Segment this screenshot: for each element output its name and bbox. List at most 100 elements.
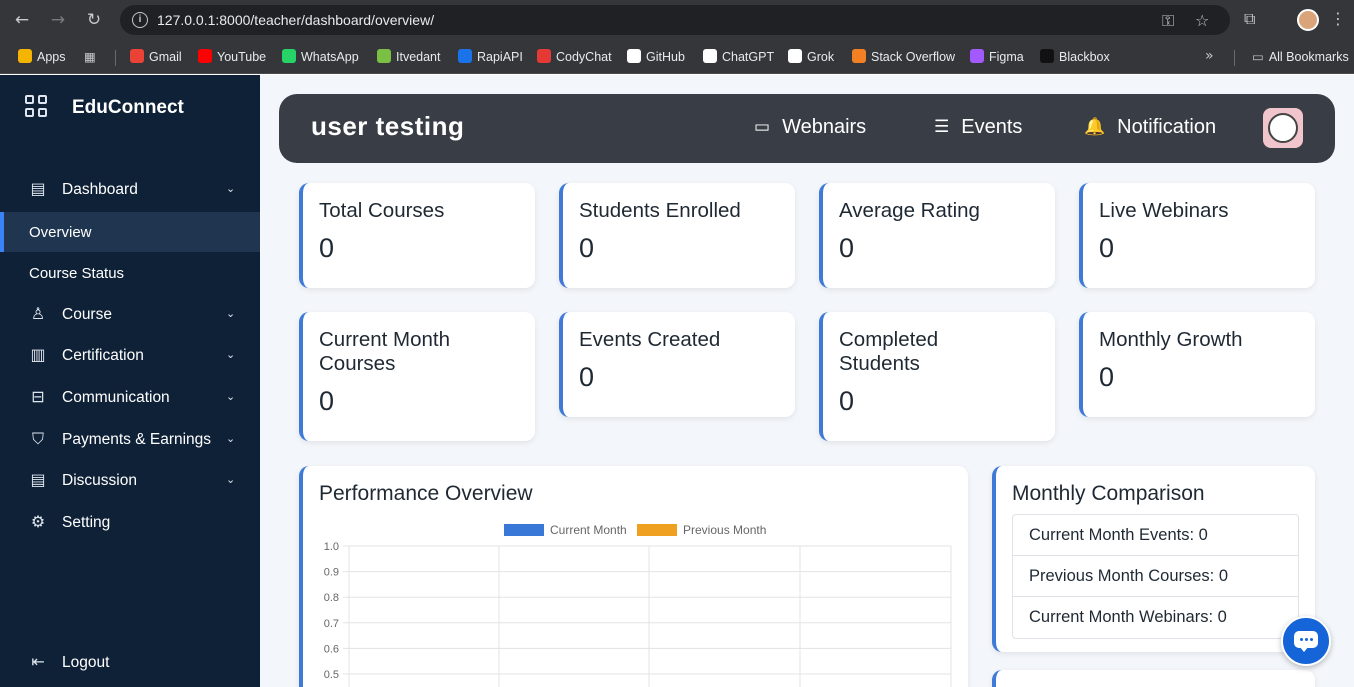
back-icon[interactable]: ← bbox=[11, 9, 33, 31]
chevron-down-icon[interactable]: ⌄ bbox=[226, 348, 235, 361]
layout-icon: ▤ bbox=[30, 470, 46, 489]
reload-icon[interactable]: ↻ bbox=[83, 9, 105, 31]
address-bar[interactable]: i 127.0.0.1:8000/teacher/dashboard/overv… bbox=[120, 5, 1230, 35]
sidebar-item-course[interactable]: ♙ Course ⌄ bbox=[0, 295, 260, 335]
sidebar-item-overview[interactable]: Overview bbox=[0, 212, 260, 252]
stat-value: 0 bbox=[839, 233, 855, 263]
browser-menu-icon[interactable]: ⋮ bbox=[1330, 9, 1346, 28]
stat-card-total-courses: Total Courses 0 bbox=[299, 183, 535, 288]
bookmark-whatsapp[interactable]: WhatsApp bbox=[282, 49, 359, 64]
figma-icon bbox=[970, 49, 984, 63]
sidebar: EduConnect ▤ Dashboard ⌄ Overview Course Sta… bbox=[0, 75, 260, 687]
gmail-icon bbox=[130, 49, 144, 63]
gear-icon: ⚙ bbox=[30, 512, 46, 531]
sidebar-item-certification[interactable]: ▥ Certification ⌄ bbox=[0, 336, 260, 376]
youtube-icon bbox=[198, 49, 212, 63]
sidebar-item-course-status[interactable]: Course Status bbox=[0, 253, 260, 293]
sidebar-item-dashboard[interactable]: ▤ Dashboard ⌄ bbox=[0, 170, 260, 210]
bookmark-grok[interactable]: Grok bbox=[788, 49, 834, 64]
chevron-down-icon[interactable]: ⌄ bbox=[226, 182, 235, 195]
chat-button[interactable] bbox=[1281, 616, 1331, 666]
bookmark-apps[interactable]: Apps bbox=[18, 49, 66, 64]
stat-card-average-rating: Average Rating 0 bbox=[819, 183, 1055, 288]
header-bar: user testing ▭ Webnairs ☰ Events 🔔 Notificati… bbox=[279, 94, 1335, 163]
legend-swatch bbox=[504, 524, 544, 536]
bookmark-codychat[interactable]: CodyChat bbox=[537, 49, 612, 64]
forward-icon[interactable]: → bbox=[47, 9, 69, 31]
legend-item[interactable]: Current Month bbox=[504, 523, 627, 537]
chevron-down-icon[interactable]: ⌄ bbox=[226, 390, 235, 403]
legend-item[interactable]: Previous Month bbox=[637, 523, 766, 537]
password-key-icon[interactable]: ⚿ bbox=[1162, 11, 1174, 31]
bookmark-rapiapi[interactable]: RapiAPI bbox=[458, 49, 523, 64]
comparison-row: Current Month Events: 0 bbox=[1013, 515, 1298, 556]
stat-card-live-webinars: Live Webinars 0 bbox=[1079, 183, 1315, 288]
y-tick-label: 0.9 bbox=[324, 567, 339, 579]
sidebar-item-label: Communication bbox=[62, 389, 170, 406]
comparison-list: Current Month Events: 0 Previous Month Co… bbox=[1012, 514, 1299, 639]
shield-icon: ⛉ bbox=[31, 429, 44, 448]
y-tick-label: 0.6 bbox=[324, 643, 339, 655]
stat-label: Students Enrolled bbox=[579, 199, 741, 222]
chevron-down-icon[interactable]: ⌄ bbox=[226, 473, 235, 486]
comparison-title: Monthly Comparison bbox=[1012, 482, 1205, 505]
sidebar-item-communication[interactable]: ⊟ Communication ⌄ bbox=[0, 378, 260, 418]
user-icon: ♙ bbox=[30, 304, 46, 323]
sidebar-item-setting[interactable]: ⚙ Setting bbox=[0, 503, 260, 543]
grid-apps-icon[interactable]: ▦ bbox=[84, 49, 96, 64]
briefcase-icon: ⊟ bbox=[31, 387, 45, 406]
sidebar-item-payments-earnings[interactable]: ⛉ Payments & Earnings ⌄ bbox=[0, 420, 260, 460]
avatar-logo-icon bbox=[1268, 113, 1298, 143]
whatsapp-icon bbox=[282, 49, 296, 63]
sidebar-item-label: Discussion bbox=[62, 472, 137, 489]
user-avatar[interactable] bbox=[1263, 108, 1303, 148]
stat-label: Current Month Courses bbox=[319, 328, 451, 375]
sidebar-item-discussion[interactable]: ▤ Discussion ⌄ bbox=[0, 461, 260, 501]
bookmark-youtube[interactable]: YouTube bbox=[198, 49, 266, 64]
stat-card-completed-students: Completed Students 0 bbox=[819, 312, 1055, 441]
chevron-down-icon[interactable]: ⌄ bbox=[226, 307, 235, 320]
stat-value: 0 bbox=[319, 233, 335, 263]
site-info-icon[interactable]: i bbox=[132, 12, 148, 28]
layout-icon: ▤ bbox=[30, 179, 46, 198]
bookmarks-bar: ▦ » ▭ All Bookmarks Apps Gmail YouTube Whats… bbox=[0, 40, 1354, 74]
logout-icon: ⇤ bbox=[31, 652, 45, 671]
stat-value: 0 bbox=[319, 386, 335, 416]
apps-icon bbox=[18, 49, 32, 63]
y-tick-label: 0.5 bbox=[324, 669, 339, 681]
chat-bubble-icon bbox=[1294, 631, 1318, 652]
extensions-icon[interactable]: ⧉ bbox=[1244, 9, 1255, 29]
bookmark-itvedant[interactable]: Itvedant bbox=[377, 49, 440, 64]
bookmark-blackbox[interactable]: Blackbox bbox=[1040, 49, 1110, 64]
blackbox-icon bbox=[1040, 49, 1054, 63]
y-tick-label: 0.7 bbox=[324, 618, 339, 630]
bookmark-stack-overflow[interactable]: Stack Overflow bbox=[852, 49, 955, 64]
nav-webnairs[interactable]: ▭ Webnairs bbox=[754, 116, 866, 139]
more-bookmarks-icon[interactable]: » bbox=[1205, 48, 1214, 64]
stat-label: Monthly Growth bbox=[1099, 328, 1243, 351]
legend-swatch bbox=[637, 524, 677, 536]
performance-chart: 1.0 0.9 0.8 0.7 0.6 0.5 bbox=[324, 541, 952, 687]
chevron-down-icon[interactable]: ⌄ bbox=[226, 432, 235, 445]
comparison-row: Current Month Webinars: 0 bbox=[1029, 608, 1227, 626]
url-text[interactable]: 127.0.0.1:8000/teacher/dashboard/overvie… bbox=[157, 12, 434, 28]
chatgpt-icon bbox=[703, 49, 717, 63]
nav-events[interactable]: ☰ Events bbox=[934, 116, 1022, 139]
bookmark-separator bbox=[115, 50, 116, 66]
all-bookmarks-button[interactable]: ▭ All Bookmarks bbox=[1252, 49, 1349, 64]
profile-avatar[interactable] bbox=[1297, 9, 1319, 31]
video-icon: ▭ bbox=[754, 117, 771, 137]
bookmark-chatgpt[interactable]: ChatGPT bbox=[703, 49, 774, 64]
stat-card-monthly-growth: Monthly Growth 0 bbox=[1079, 312, 1315, 417]
stat-label: Live Webinars bbox=[1099, 199, 1229, 222]
bookmark-gmail[interactable]: Gmail bbox=[130, 49, 182, 64]
bookmark-github[interactable]: GitHub bbox=[627, 49, 685, 64]
logout-button[interactable]: ⇤ Logout bbox=[0, 643, 260, 683]
bookmark-star-icon[interactable]: ☆ bbox=[1195, 11, 1209, 30]
nav-notification[interactable]: 🔔 Notification bbox=[1084, 116, 1216, 139]
brand-grid-icon bbox=[25, 95, 49, 119]
sidebar-item-label: Course bbox=[62, 306, 112, 323]
comparison-panel: Monthly Comparison Current Month Events:… bbox=[992, 466, 1315, 652]
bookmark-figma[interactable]: Figma bbox=[970, 49, 1024, 64]
performance-title: Performance Overview bbox=[319, 482, 533, 505]
